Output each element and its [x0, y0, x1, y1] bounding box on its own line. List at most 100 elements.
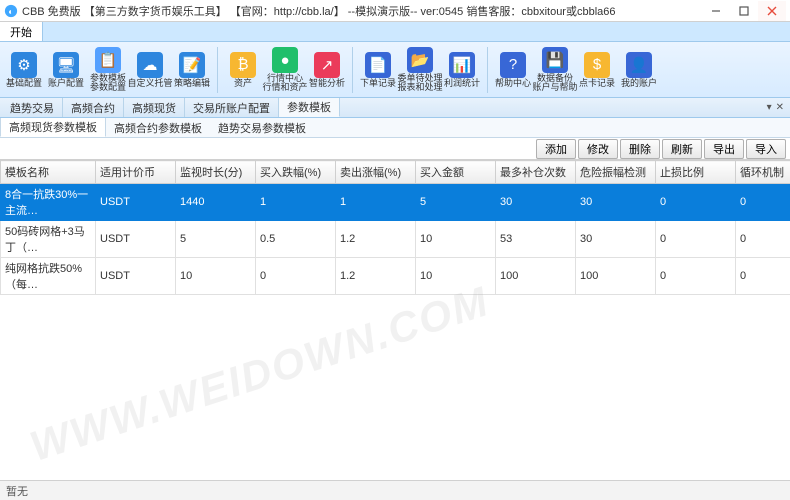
minimize-button[interactable] — [702, 1, 730, 21]
toolbar-icon: 👤 — [626, 52, 652, 78]
toolbar-button-2[interactable]: 📋参数模板 参数配置 — [88, 45, 128, 95]
export-button[interactable]: 导出 — [704, 139, 744, 159]
column-header[interactable]: 买入金额 — [416, 161, 496, 184]
toolbar-icon: ↗ — [314, 52, 340, 78]
column-header[interactable]: 适用计价币 — [96, 161, 176, 184]
sub-tabs: 高频现货参数模板高频合约参数模板趋势交易参数模板 — [0, 118, 790, 138]
template-grid[interactable]: 模板名称适用计价币监视时长(分)买入跌幅(%)卖出涨幅(%)买入金额最多补仓次数… — [0, 160, 790, 295]
menu-start[interactable]: 开始 — [0, 22, 43, 41]
column-header[interactable]: 卖出涨幅(%) — [336, 161, 416, 184]
toolbar-icon: 📋 — [95, 47, 121, 73]
column-header[interactable]: 监视时长(分) — [176, 161, 256, 184]
table-cell: 0 — [656, 258, 736, 295]
ribbon-tab-3[interactable]: 交易所账户配置 — [185, 98, 279, 117]
table-cell: 0 — [656, 184, 736, 221]
refresh-button[interactable]: 刷新 — [662, 139, 702, 159]
toolbar-separator — [217, 47, 218, 93]
toolbar-icon: 📝 — [179, 52, 205, 78]
toolbar: ⚙基础配置🖥账户配置📋参数模板 参数配置☁自定义托管📝策略编辑₿资产●行情中心 … — [0, 42, 790, 98]
toolbar-label: 基础配置 — [6, 79, 42, 88]
toolbar-button-4[interactable]: 📝策略编辑 — [172, 45, 212, 95]
table-cell: 30 — [576, 184, 656, 221]
toolbar-icon: 📂 — [407, 47, 433, 73]
ribbon-tab-4[interactable]: 参数模板 — [279, 98, 340, 117]
app-icon: ◐ — [4, 4, 18, 18]
table-cell: 1.2 — [336, 221, 416, 258]
table-row[interactable]: 50码砖网格+3马丁（…USDT50.51.210533000 — [1, 221, 790, 258]
toolbar-button-1[interactable]: 🖥账户配置 — [46, 45, 86, 95]
sub-tab-2[interactable]: 趋势交易参数模板 — [210, 118, 314, 137]
window-title: CBB 免费版 【第三方数字货币娱乐工具】 【官网：http://cbb.la/… — [22, 3, 702, 19]
toolbar-label: 资产 — [234, 79, 252, 88]
edit-button[interactable]: 修改 — [578, 139, 618, 159]
toolbar-label: 委单待处理 报表和处理 — [398, 74, 443, 92]
toolbar-icon: 💾 — [542, 47, 568, 73]
toolbar-icon: 🖥 — [53, 52, 79, 78]
grid-container: 模板名称适用计价币监视时长(分)买入跌幅(%)卖出涨幅(%)买入金额最多补仓次数… — [0, 160, 790, 478]
toolbar-separator — [352, 47, 353, 93]
close-button[interactable] — [758, 1, 786, 21]
toolbar-button-0[interactable]: ⚙基础配置 — [4, 45, 44, 95]
table-cell: 1.2 — [336, 258, 416, 295]
ribbon-controls: ▾ ✕ — [761, 98, 790, 117]
dropdown-icon[interactable]: ▾ — [767, 102, 772, 113]
column-header[interactable]: 模板名称 — [1, 161, 96, 184]
table-row[interactable]: 8合一抗跌30%一主流…USDT1440115303000 — [1, 184, 790, 221]
toolbar-button-8[interactable]: ↗智能分析 — [307, 45, 347, 95]
toolbar-button-7[interactable]: ●行情中心 行情和资产 — [265, 45, 305, 95]
toolbar-icon: $ — [584, 52, 610, 78]
toolbar-label: 数据备份 账户与帮助 — [533, 74, 578, 92]
table-cell: 100 — [496, 258, 576, 295]
toolbar-button-12[interactable]: 📊利润统计 — [442, 45, 482, 95]
toolbar-label: 利润统计 — [444, 79, 480, 88]
maximize-button[interactable] — [730, 1, 758, 21]
ribbon-tab-0[interactable]: 趋势交易 — [2, 98, 63, 117]
ribbon-close-icon[interactable]: ✕ — [776, 102, 784, 113]
table-cell: 30 — [576, 221, 656, 258]
toolbar-icon: ? — [500, 52, 526, 78]
toolbar-button-10[interactable]: 📄下单记录 — [358, 45, 398, 95]
column-header[interactable]: 最多补仓次数 — [496, 161, 576, 184]
toolbar-label: 策略编辑 — [174, 79, 210, 88]
toolbar-button-14[interactable]: ?帮助中心 — [493, 45, 533, 95]
toolbar-label: 账户配置 — [48, 79, 84, 88]
add-button[interactable]: 添加 — [536, 139, 576, 159]
toolbar-button-3[interactable]: ☁自定义托管 — [130, 45, 170, 95]
status-bar: 暂无 — [0, 480, 790, 500]
column-header[interactable]: 止损比例 — [656, 161, 736, 184]
column-header[interactable]: 买入跌幅(%) — [256, 161, 336, 184]
toolbar-icon: ⚙ — [11, 52, 37, 78]
table-cell: 0.5 — [256, 221, 336, 258]
table-cell: USDT — [96, 258, 176, 295]
toolbar-button-17[interactable]: 👤我的账户 — [619, 45, 659, 95]
toolbar-label: 帮助中心 — [495, 79, 531, 88]
column-header[interactable]: 循环机制 — [736, 161, 790, 184]
table-row[interactable]: 纯网格抗跌50%（每…USDT1001.21010010000 — [1, 258, 790, 295]
ribbon-tab-1[interactable]: 高频合约 — [63, 98, 124, 117]
toolbar-button-16[interactable]: $点卡记录 — [577, 45, 617, 95]
table-cell: 53 — [496, 221, 576, 258]
table-cell: USDT — [96, 221, 176, 258]
table-cell: 50码砖网格+3马丁（… — [1, 221, 96, 258]
sub-tab-0[interactable]: 高频现货参数模板 — [0, 118, 106, 137]
toolbar-button-15[interactable]: 💾数据备份 账户与帮助 — [535, 45, 575, 95]
import-button[interactable]: 导入 — [746, 139, 786, 159]
table-cell: 1440 — [176, 184, 256, 221]
table-cell: 1 — [256, 184, 336, 221]
window-controls — [702, 1, 786, 21]
toolbar-label: 智能分析 — [309, 79, 345, 88]
delete-button[interactable]: 删除 — [620, 139, 660, 159]
toolbar-button-6[interactable]: ₿资产 — [223, 45, 263, 95]
table-cell: 5 — [176, 221, 256, 258]
toolbar-icon: ₿ — [230, 52, 256, 78]
sub-tab-1[interactable]: 高频合约参数模板 — [106, 118, 210, 137]
ribbon-tabs: 趋势交易高频合约高频现货交易所账户配置参数模板 ▾ ✕ — [0, 98, 790, 118]
toolbar-button-11[interactable]: 📂委单待处理 报表和处理 — [400, 45, 440, 95]
action-bar: 添加 修改 删除 刷新 导出 导入 — [0, 138, 790, 160]
ribbon-tab-2[interactable]: 高频现货 — [124, 98, 185, 117]
title-bar: ◐ CBB 免费版 【第三方数字货币娱乐工具】 【官网：http://cbb.l… — [0, 0, 790, 22]
table-cell: 0 — [736, 184, 790, 221]
table-cell: 0 — [736, 221, 790, 258]
table-cell: 0 — [736, 258, 790, 295]
column-header[interactable]: 危险振幅检测 — [576, 161, 656, 184]
